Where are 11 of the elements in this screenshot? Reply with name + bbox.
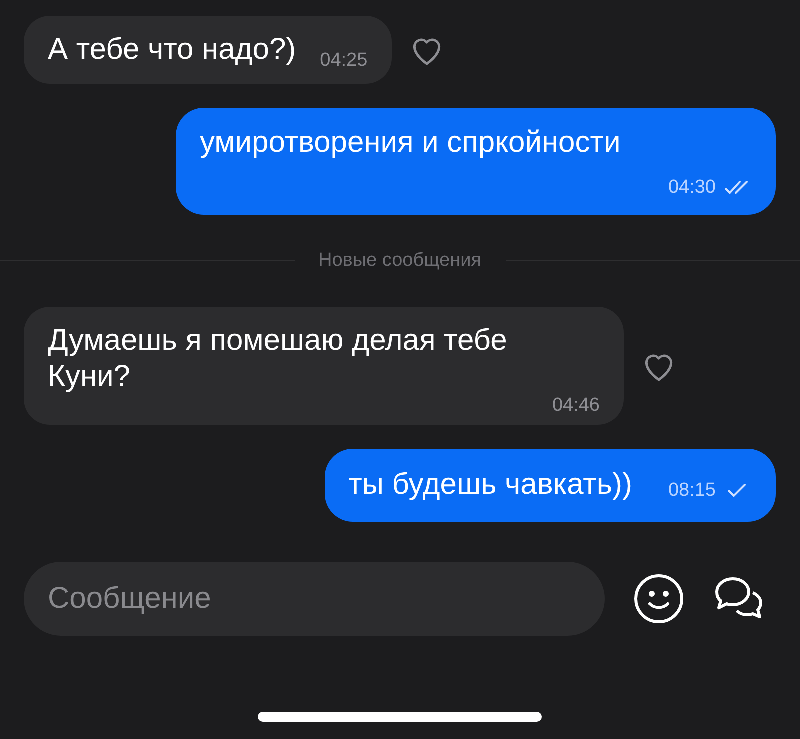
message-input[interactable]: Сообщение: [24, 562, 605, 636]
smiley-icon[interactable]: [633, 572, 685, 624]
message-time: 04:25: [320, 50, 368, 72]
message-text: Думаешь я помешаю делая тебе Куни?: [48, 323, 508, 395]
message-text: умиротворения и спркойности: [200, 125, 622, 161]
message-text: ты будешь чавкать)): [348, 467, 632, 504]
new-messages-divider: Новые сообщения: [318, 248, 482, 272]
message-time: 04:30: [668, 176, 716, 200]
message-time: 08:15: [668, 479, 716, 503]
message-text: А тебе что надо?): [48, 32, 296, 68]
message-time: 04:46: [552, 395, 600, 417]
